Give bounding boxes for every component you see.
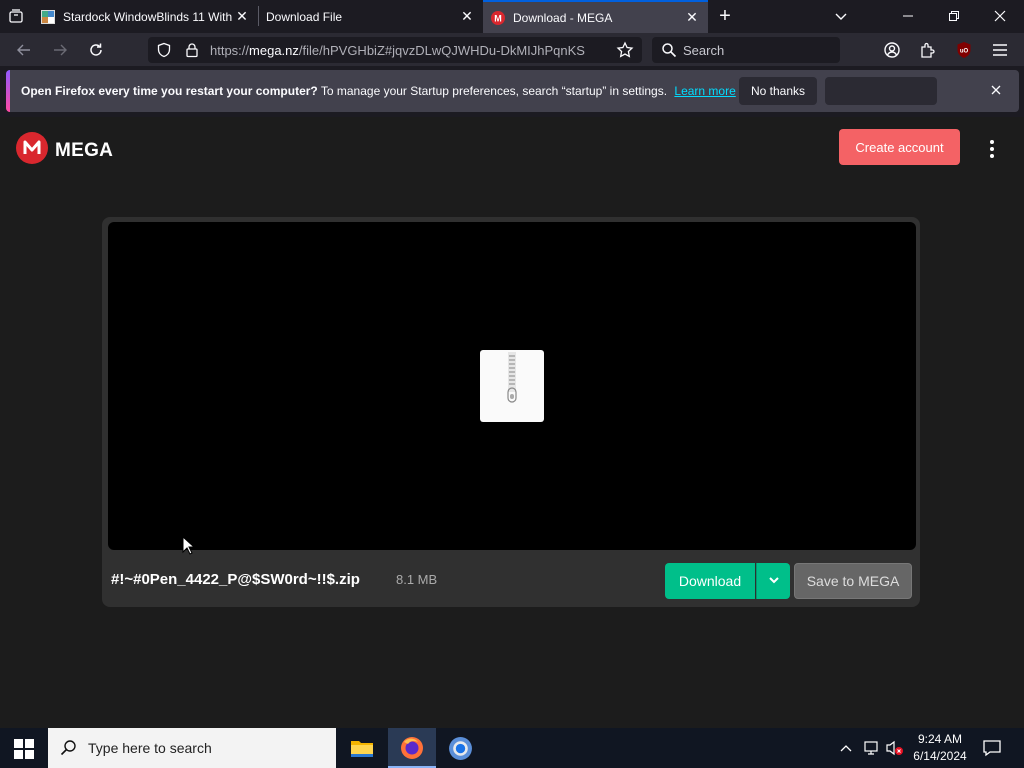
close-window-icon[interactable] — [986, 2, 1014, 30]
file-preview — [108, 222, 916, 550]
search-icon — [60, 739, 78, 762]
tab-title: Stardock WindowBlinds 11 With — [63, 9, 233, 24]
mega-brand-text: MEGA — [55, 139, 114, 161]
save-to-mega-label: Save to MEGA — [806, 573, 900, 589]
close-tab-icon[interactable]: ✕ — [459, 8, 475, 25]
url-bar[interactable]: https://mega.nz/file/hPVGHbiZ#jqvzDLwQJW… — [148, 37, 642, 63]
create-account-label: Create account — [855, 139, 944, 155]
file-explorer-icon[interactable] — [349, 736, 375, 765]
file-size: 8.1 MB — [396, 572, 438, 587]
mega-m-icon — [16, 132, 48, 169]
lock-icon[interactable] — [184, 42, 200, 63]
svg-text:M: M — [494, 13, 502, 23]
notification-message: Open Firefox every time you restart your… — [21, 84, 736, 98]
tab-mega-active[interactable]: M Download - MEGA ✕ — [483, 0, 708, 33]
chevron-down-icon[interactable] — [827, 2, 855, 30]
mouse-cursor-icon — [182, 535, 196, 561]
search-placeholder: Search — [683, 43, 725, 58]
taskbar-search-box[interactable]: Type here to search — [48, 728, 336, 768]
clock-time: 9:24 AM — [917, 732, 963, 746]
no-thanks-label: No thanks — [750, 84, 806, 98]
zip-file-icon — [480, 350, 544, 422]
tab-windowblinds[interactable]: Stardock WindowBlinds 11 With ✕ — [33, 0, 258, 33]
colorful-grid-icon — [41, 9, 55, 24]
more-options-icon[interactable] — [986, 139, 998, 164]
tab-download-file[interactable]: Download File ✕ — [258, 0, 483, 33]
tab-list-icon[interactable] — [2, 2, 30, 30]
notification-text: To manage your Startup preferences, sear… — [317, 84, 668, 98]
search-bar[interactable]: Search — [652, 37, 840, 63]
search-icon — [661, 42, 677, 63]
chrome-icon[interactable] — [448, 736, 473, 766]
chevron-down-icon — [768, 572, 780, 590]
back-icon[interactable] — [10, 36, 38, 64]
close-notification-icon[interactable] — [990, 83, 1002, 101]
account-icon[interactable] — [878, 36, 906, 64]
svg-text:uO: uO — [960, 49, 969, 55]
show-hidden-icons-icon[interactable] — [839, 741, 853, 759]
url-domain: mega.nz — [249, 43, 299, 58]
mega-logo[interactable]: MEGA — [16, 132, 113, 169]
forward-icon[interactable] — [46, 36, 74, 64]
save-to-mega-button[interactable]: Save to MEGA — [794, 563, 912, 599]
clock-date: 6/14/2024 — [913, 749, 967, 763]
notification-bar: Open Firefox every time you restart your… — [6, 70, 1019, 112]
download-label: Download — [678, 573, 742, 589]
url-path: /file/hPVGHbiZ#jqvzDLwQJWHDu-DkMIJhPqnKS — [298, 43, 585, 58]
no-thanks-button[interactable]: No thanks — [739, 77, 817, 105]
windows-start-icon[interactable] — [14, 739, 34, 764]
file-name: #!~#0Pen_4422_P@$SW0rd~!!$.zip — [111, 571, 360, 588]
close-tab-icon[interactable]: ✕ — [684, 9, 700, 26]
notification-secondary-button[interactable] — [825, 77, 937, 105]
learn-more-link[interactable]: Learn more — [674, 84, 735, 98]
taskbar-search-placeholder: Type here to search — [88, 740, 212, 756]
taskbar-clock[interactable]: 9:24 AM 6/14/2024 — [908, 731, 972, 765]
shield-icon[interactable] — [156, 42, 172, 63]
url-prefix: https:// — [210, 43, 250, 58]
minimize-icon[interactable] — [894, 2, 922, 30]
download-options-button[interactable] — [756, 563, 790, 599]
tab-title: Download File — [266, 9, 343, 24]
close-tab-icon[interactable]: ✕ — [234, 8, 250, 25]
notification-accent — [6, 70, 10, 112]
download-button[interactable]: Download — [665, 563, 755, 599]
tab-title: Download - MEGA — [513, 10, 613, 25]
notification-bold-text: Open Firefox every time you restart your… — [21, 84, 318, 98]
create-account-button[interactable]: Create account — [839, 129, 960, 165]
network-icon[interactable] — [862, 740, 880, 761]
new-tab-icon[interactable]: + — [711, 2, 739, 30]
firefox-icon — [400, 736, 424, 765]
reload-icon[interactable] — [82, 36, 110, 64]
notifications-icon[interactable] — [982, 739, 1002, 762]
firefox-taskbar-item[interactable] — [388, 728, 436, 768]
extensions-icon[interactable] — [914, 36, 942, 64]
restore-icon[interactable] — [940, 2, 968, 30]
volume-muted-icon[interactable] — [885, 740, 905, 761]
hamburger-menu-icon[interactable] — [986, 36, 1014, 64]
mega-logo-icon: M — [491, 10, 505, 25]
url-text[interactable]: https://mega.nz/file/hPVGHbiZ#jqvzDLwQJW… — [210, 43, 610, 58]
ublock-icon[interactable]: uO — [950, 36, 978, 64]
star-icon[interactable] — [616, 41, 634, 64]
tab-bar: Stardock WindowBlinds 11 With ✕ Download… — [0, 0, 1024, 33]
